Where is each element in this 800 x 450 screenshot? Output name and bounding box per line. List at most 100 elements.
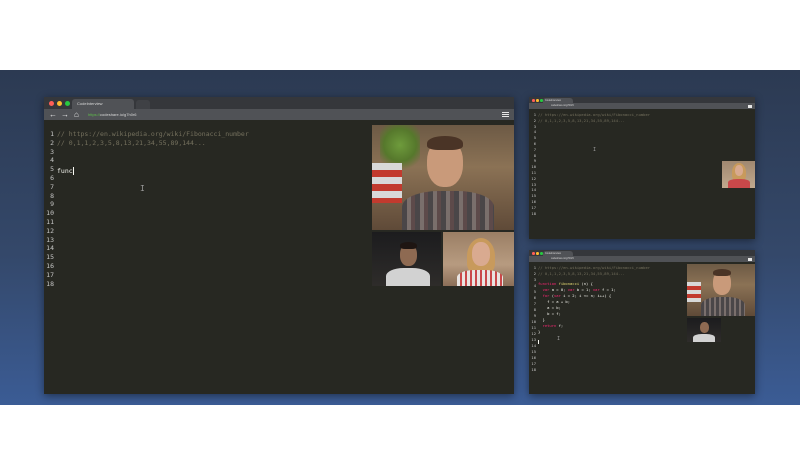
code-area[interactable]: // https://en.wikipedia.org/wiki/Fibonac…: [538, 265, 650, 360]
code-token: }: [538, 328, 541, 334]
line-number: 1: [50, 130, 54, 138]
url-text: codeshare.io/g7h0r6: [551, 104, 574, 107]
url-text: codeshare.io/g7h0r6: [100, 112, 137, 117]
person-shirt: [728, 179, 750, 188]
person-shirt: [402, 191, 494, 230]
browser-tab[interactable]: CodeInterview: [72, 99, 134, 109]
line-number: 12: [46, 226, 54, 235]
line-number: 7: [50, 182, 54, 191]
person-head: [735, 165, 743, 176]
code-token: fibonacci: [558, 280, 580, 286]
line-numbers: 1 2 3 4 5 6 7 8 9 10 11 12 13 14 15 16 17 18: [44, 130, 54, 288]
code-token: // https://en.wikipedia.org/wiki/Fibonac…: [538, 112, 651, 117]
code-token: var: [554, 292, 561, 298]
code-token: return: [542, 322, 557, 328]
close-window-button[interactable]: [49, 101, 54, 106]
line-number: 13: [46, 235, 54, 244]
line-number: 8: [50, 191, 54, 200]
minimize-window-button[interactable]: [536, 252, 539, 255]
code-token: func: [57, 167, 73, 176]
code-token: b = f;: [538, 310, 561, 316]
menu-icon[interactable]: [502, 112, 509, 117]
code-token: // 0,1,1,2,3,5,8,13,21,34,55,89,144...: [538, 117, 625, 123]
line-number: 11: [46, 217, 54, 226]
line-number: 5: [50, 165, 54, 174]
video-tile-small-right[interactable]: [443, 232, 514, 286]
ibeam-cursor-icon: I: [557, 336, 561, 342]
main-tab-bar: CodeInterview: [44, 97, 514, 109]
bottom-right-browser-window: CodeInterview codeshare.io/g7h0r6 123456…: [529, 250, 755, 394]
maximize-window-button[interactable]: [65, 101, 70, 106]
code-token: // https://en.wikipedia.org/wiki/Fibonac…: [57, 130, 249, 138]
line-number: 6: [50, 173, 54, 182]
code-token: a = 0;: [549, 286, 568, 292]
code-line: // https://en.wikipedia.org/wiki/Fibonac…: [57, 130, 249, 139]
code-token: b = 1;: [574, 286, 593, 292]
video-tile-small-left[interactable]: [372, 232, 441, 286]
video-tile[interactable]: [722, 161, 755, 188]
person-hair: [400, 242, 417, 249]
line-number: 10: [46, 209, 54, 218]
forward-icon[interactable]: →: [61, 109, 69, 120]
close-window-button[interactable]: [532, 99, 535, 102]
text-cursor: [538, 339, 539, 344]
line-number: 4: [50, 156, 54, 165]
line-number: 2: [50, 138, 54, 147]
line-number: 16: [46, 261, 54, 270]
line-number: 3: [50, 147, 54, 156]
line-number: 9: [50, 200, 54, 209]
code-token: a = b;: [538, 304, 561, 310]
code-token: // 0,1,1,2,3,5,8,13,21,34,55,89,144...: [538, 271, 625, 276]
home-icon[interactable]: ⌂: [74, 109, 79, 120]
url-field[interactable]: https://codeshare.io/g7h0r6: [88, 109, 137, 120]
line-number: 18: [46, 279, 54, 288]
top-right-browser-window: CodeInterview codeshare.io/g7h0r6 123456…: [529, 97, 755, 239]
tab-title: CodeInterview: [77, 101, 103, 106]
minimize-window-button[interactable]: [57, 101, 62, 106]
code-token: f = a + b;: [538, 298, 571, 304]
code-token: i = 2; i <= n; i++) {: [560, 292, 612, 298]
menu-icon[interactable]: [748, 258, 752, 261]
line-number: 18: [531, 210, 536, 216]
code-line: func: [57, 167, 249, 176]
line-numbers: 1 2 3 4 5 6 7 8 9 10 11 12 13 14 15 16 17 18: [529, 112, 536, 216]
ibeam-cursor-icon: I: [140, 184, 145, 193]
main-browser-window: CodeInterview ← → ⌂ https://codeshare.io…: [44, 97, 514, 394]
code-area[interactable]: // https://en.wikipedia.org/wiki/Fibonac…: [57, 130, 249, 254]
video-tile-large[interactable]: [687, 264, 755, 316]
minimize-window-button[interactable]: [536, 99, 539, 102]
person-hair: [713, 269, 731, 276]
ibeam-cursor-icon: I: [593, 147, 597, 153]
window-controls: [49, 101, 70, 106]
code-token: f;: [556, 322, 564, 328]
video-tile-large[interactable]: [372, 125, 514, 230]
red-white-object: [372, 163, 402, 203]
video-tile-small[interactable]: [687, 318, 721, 342]
red-white-object: [687, 282, 701, 302]
code-token: var: [592, 286, 600, 292]
back-icon[interactable]: ←: [49, 109, 57, 120]
window-controls: [532, 99, 543, 102]
code-token: // 0,1,1,2,3,5,8,13,21,34,55,89,144...: [57, 138, 206, 147]
code-token: function: [538, 280, 559, 286]
person-head: [472, 242, 490, 266]
line-number: 18: [531, 367, 536, 372]
person-head: [700, 322, 709, 333]
code-line: // 0,1,1,2,3,5,8,13,21,34,55,89,144...: [57, 139, 249, 148]
code-token: var: [567, 286, 575, 292]
close-window-button[interactable]: [532, 252, 535, 255]
tab-title: CodeInterview: [545, 252, 561, 255]
line-number: 17: [46, 270, 54, 279]
person-shirt: [386, 268, 430, 286]
new-tab-button[interactable]: [136, 100, 150, 109]
person-shirt: [693, 334, 715, 342]
code-token: f = 1;: [599, 286, 616, 292]
menu-icon[interactable]: [748, 105, 752, 108]
person-shirt: [701, 297, 745, 316]
main-address-bar: ← → ⌂ https://codeshare.io/g7h0r6: [44, 109, 514, 120]
person-hair: [427, 136, 463, 150]
person-shirt: [457, 270, 503, 286]
